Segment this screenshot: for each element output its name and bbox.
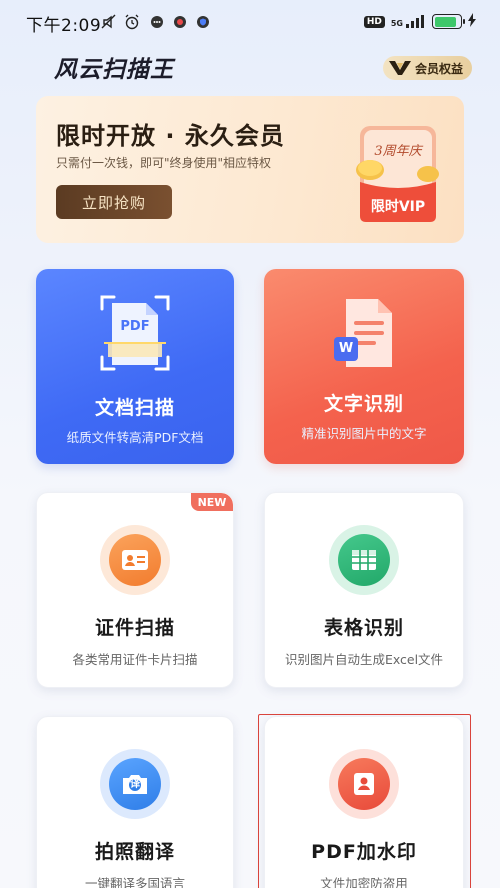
- app-title: 风云扫描王: [54, 57, 174, 83]
- feature-subtitle: 识别图片自动生成Excel文件: [284, 652, 444, 667]
- feature-title: 证件扫描: [94, 617, 175, 639]
- mute-icon: [100, 13, 118, 31]
- feature-title: 拍照翻译: [94, 841, 175, 863]
- feature-subtitle: 一键翻译多国语言: [84, 876, 185, 888]
- alarm-icon: [123, 13, 141, 31]
- new-badge: NEW: [191, 493, 233, 511]
- hd-badge: HD: [363, 15, 385, 28]
- promo-subtitle: 只需付一次钱，即可"终身使用"相应特权: [56, 156, 272, 170]
- app-notification-icon: [171, 13, 189, 31]
- feature-title: 表格识别: [323, 617, 404, 639]
- id-card-icon: [100, 525, 170, 595]
- feature-card-document-scan[interactable]: PDF 文档扫描 纸质文件转高清PDF文档: [36, 269, 234, 464]
- table-icon: [329, 525, 399, 595]
- word-label: W: [338, 341, 354, 356]
- message-icon: [148, 13, 166, 31]
- feature-subtitle: 各类常用证件卡片扫描: [72, 652, 198, 667]
- status-right: HD 5G: [363, 12, 476, 31]
- feature-title: 文字识别: [323, 393, 404, 415]
- promo-title: 限时开放 · 永久会员: [56, 122, 285, 150]
- charging-icon: [468, 12, 476, 31]
- gift-top-label: 3周年庆: [374, 144, 422, 159]
- buy-now-button[interactable]: 立即抢购: [56, 185, 172, 219]
- signal-icon: 5G: [391, 15, 426, 28]
- status-time: 下午2:09: [26, 16, 102, 36]
- feature-subtitle: 纸质文件转高清PDF文档: [66, 430, 204, 445]
- member-benefits-label: 会员权益: [415, 61, 464, 76]
- feature-card-id-scan[interactable]: NEW 证件扫描 各类常用证件卡片扫描: [36, 492, 234, 688]
- feature-card-table-recognition[interactable]: 表格识别 识别图片自动生成Excel文件: [264, 492, 464, 688]
- gift-bottom-label: 限时VIP: [370, 199, 426, 215]
- watermark-icon: [329, 749, 399, 819]
- feature-subtitle: 文件加密防盗用: [320, 876, 408, 888]
- feature-card-text-recognition[interactable]: W 文字识别 精准识别图片中的文字: [264, 269, 464, 464]
- feature-card-pdf-watermark[interactable]: PDF加水印 文件加密防盗用: [264, 716, 464, 888]
- promo-banner[interactable]: 限时开放 · 永久会员 只需付一次钱，即可"终身使用"相应特权 立即抢购 3周年…: [36, 96, 464, 243]
- feature-card-photo-translate[interactable]: 译 拍照翻译 一键翻译多国语言: [36, 716, 234, 888]
- battery-icon: [432, 14, 465, 29]
- feature-title: 文档扫描: [94, 397, 175, 419]
- feature-subtitle: 精准识别图片中的文字: [301, 426, 427, 441]
- translate-label: 译: [130, 779, 140, 790]
- shield-icon: [194, 13, 212, 31]
- member-benefits-button[interactable]: 会员权益: [383, 56, 472, 80]
- feature-title: PDF加水印: [311, 841, 417, 863]
- vip-v-icon: [387, 59, 413, 77]
- pdf-label: PDF: [120, 319, 150, 334]
- pdf-scan-icon: PDF: [98, 293, 172, 373]
- word-doc-icon: W: [330, 295, 400, 371]
- camera-translate-icon: 译: [100, 749, 170, 819]
- anniversary-gift-icon: 3周年庆 限时VIP: [354, 122, 442, 226]
- status-bar: 下午2:09 HD 5G: [0, 0, 500, 44]
